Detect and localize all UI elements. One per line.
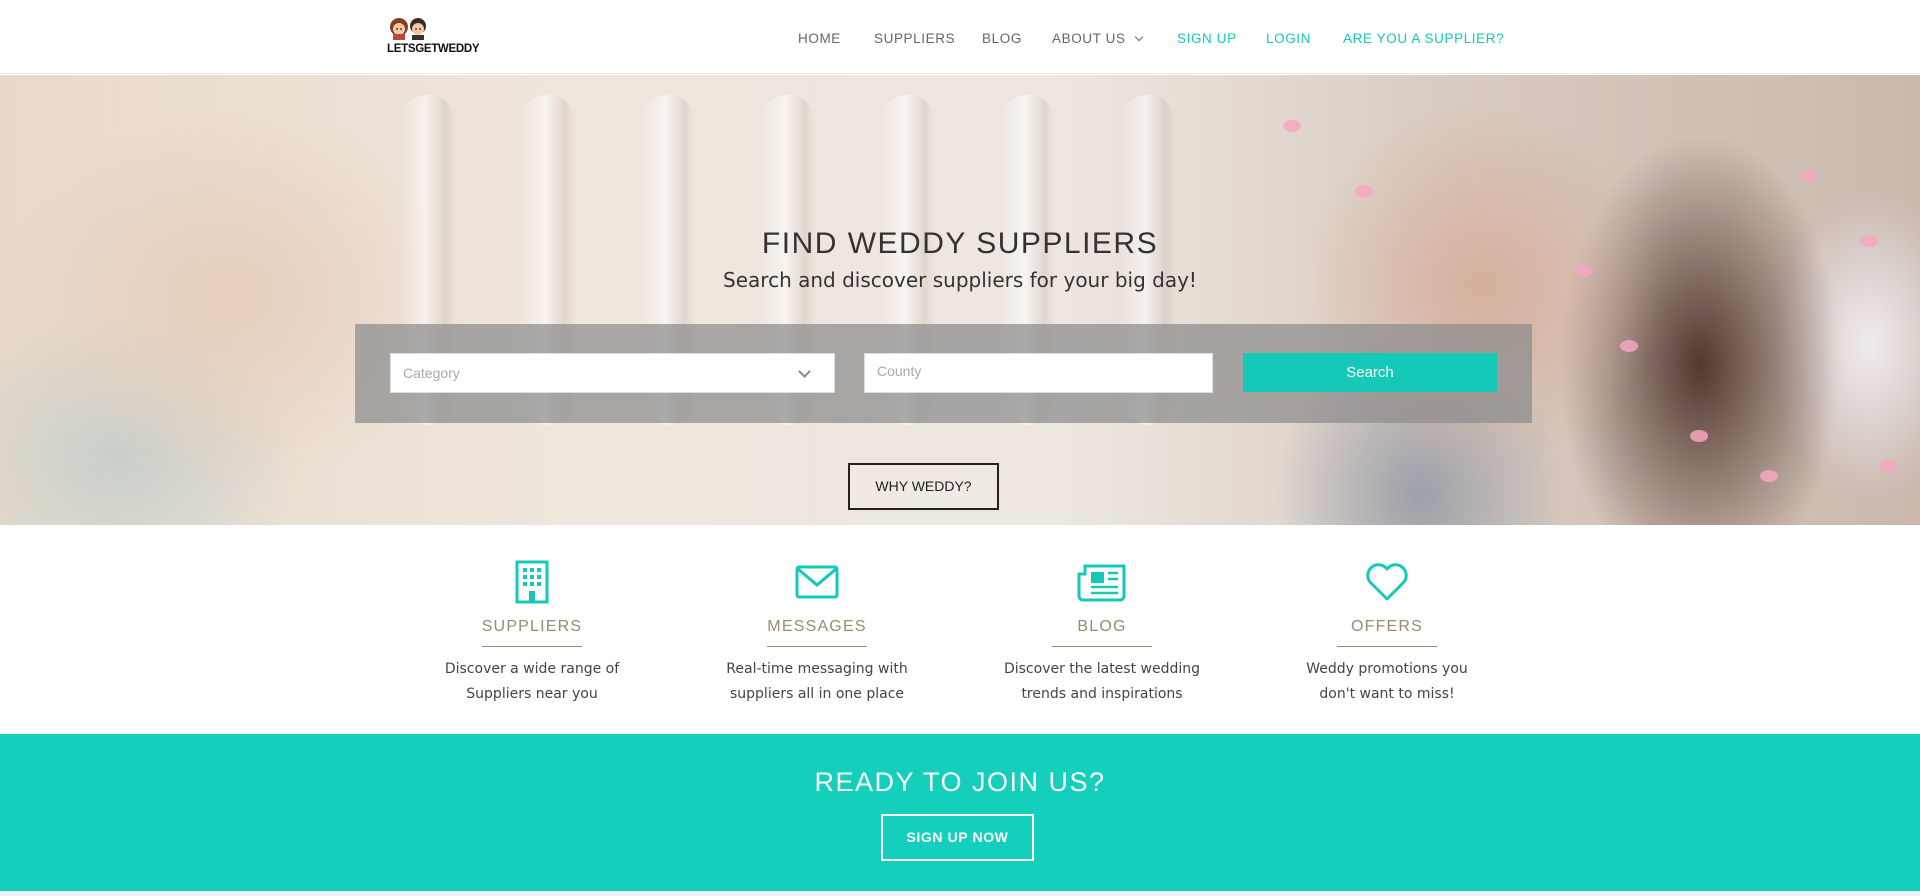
- search-button[interactable]: Search: [1243, 353, 1497, 392]
- site-header: LETSGETWEDDY HOME SUPPLIERS BLOG ABOUT U…: [0, 0, 1920, 74]
- divider: [1052, 646, 1152, 647]
- feature-title: BLOG: [1077, 618, 1127, 635]
- feature-suppliers: SUPPLIERS Discover a wide range of Suppl…: [402, 560, 662, 707]
- nav-login[interactable]: LOGIN: [1266, 31, 1311, 46]
- couple-logo-icon: [390, 18, 426, 40]
- hero-background-image: [380, 75, 1280, 525]
- search-panel: Category County Search: [355, 324, 1532, 423]
- cta-title: READY TO JOIN US?: [814, 767, 1106, 797]
- county-input[interactable]: County: [864, 353, 1213, 393]
- feature-title: SUPPLIERS: [481, 618, 583, 635]
- feature-title: OFFERS: [1350, 618, 1424, 635]
- divider: [1337, 646, 1437, 647]
- feature-description: Weddy promotions you don't want to miss!: [1306, 661, 1468, 702]
- hero-title: FIND WEDDY SUPPLIERS: [761, 227, 1159, 260]
- footer-strip: [0, 891, 1920, 896]
- petal-decoration: [1620, 340, 1638, 352]
- county-placeholder: County: [877, 363, 922, 379]
- category-select[interactable]: Category: [390, 353, 835, 393]
- why-weddy-button[interactable]: WHY WEDDY?: [848, 463, 999, 510]
- divider: [482, 646, 582, 647]
- newspaper-icon: [1077, 564, 1126, 602]
- building-icon: [515, 560, 549, 604]
- category-placeholder: Category: [403, 365, 460, 381]
- feature-description: Discover the latest wedding trends and i…: [1003, 661, 1201, 702]
- chevron-down-icon: [1134, 32, 1143, 42]
- hero-subtitle: Search and discover suppliers for your b…: [723, 268, 1197, 292]
- hero-banner: FIND WEDDY SUPPLIERS Search and discover…: [0, 75, 1920, 525]
- feature-description: Real-time messaging with suppliers all i…: [726, 661, 908, 702]
- feature-title: MESSAGES: [767, 618, 867, 635]
- nav-about-us-label: ABOUT US: [1052, 31, 1126, 46]
- nav-suppliers[interactable]: SUPPLIERS: [874, 31, 955, 46]
- feature-offers: OFFERS Weddy promotions you don't want t…: [1257, 560, 1517, 707]
- petal-decoration: [1800, 170, 1818, 182]
- chevron-down-icon: [798, 365, 811, 378]
- divider: [767, 646, 867, 647]
- petal-decoration: [1283, 120, 1301, 132]
- nav-are-you-a-supplier[interactable]: ARE YOU A SUPPLIER?: [1343, 31, 1504, 46]
- envelope-icon: [795, 565, 839, 599]
- petal-decoration: [1690, 430, 1708, 442]
- join-cta-band: READY TO JOIN US? SIGN UP NOW: [0, 734, 1920, 891]
- nav-blog[interactable]: BLOG: [982, 31, 1022, 46]
- logo-text: LETSGETWEDDY: [387, 43, 480, 55]
- feature-blog: BLOG Discover the latest wedding trends …: [972, 560, 1232, 707]
- sign-up-now-button[interactable]: SIGN UP NOW: [881, 814, 1034, 861]
- nav-about-us[interactable]: ABOUT US: [1052, 31, 1143, 46]
- feature-description: Discover a wide range of Suppliers near …: [444, 661, 620, 702]
- nav-sign-up[interactable]: SIGN UP: [1177, 31, 1237, 46]
- petal-decoration: [1880, 460, 1898, 472]
- site-logo[interactable]: LETSGETWEDDY: [387, 16, 487, 58]
- petal-decoration: [1355, 185, 1373, 197]
- petal-decoration: [1760, 470, 1778, 482]
- nav-home[interactable]: HOME: [798, 31, 841, 46]
- heart-icon: [1366, 563, 1408, 601]
- feature-messages: MESSAGES Real-time messaging with suppli…: [687, 560, 947, 707]
